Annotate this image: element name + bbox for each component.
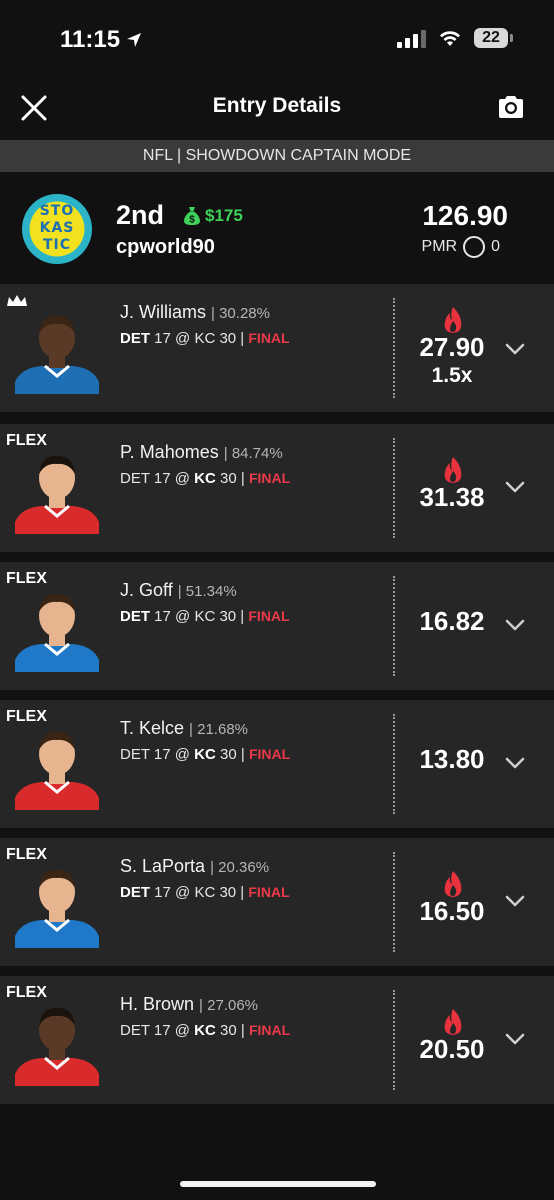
logo-text: STO KAS TIC: [39, 203, 75, 253]
nav-bar: Entry Details: [0, 80, 554, 138]
player-headshot: [11, 446, 103, 534]
battery-indicator: 22: [474, 28, 513, 48]
player-card[interactable]: FLEX J. Goff | 51.34% DET 17 @ KC 30 | FIN…: [0, 562, 554, 690]
prize-text: $175: [205, 206, 243, 225]
pmr-indicator: PMR 0: [422, 236, 500, 258]
fantasy-points: 13.80: [419, 744, 485, 774]
ownership-pct: 51.34%: [185, 583, 237, 600]
pmr-progress-ring: [463, 236, 486, 258]
player-name: S. LaPorta | 20.36%: [120, 856, 270, 876]
divider: [393, 438, 395, 538]
game-status: FINAL: [248, 608, 290, 624]
divider: [393, 298, 395, 398]
game-score: DET 17 @ KC 30 | FINAL: [120, 1022, 291, 1039]
player-headshot: [11, 306, 103, 394]
player-name: T. Kelce | 21.68%: [120, 718, 248, 738]
divider: [393, 714, 395, 814]
status-time: 11:15: [60, 26, 142, 54]
cellular-signal-icon: [397, 28, 426, 48]
game-score: DET 17 @ KC 30 | FINAL: [120, 746, 291, 763]
screenshot-button[interactable]: [496, 92, 526, 122]
status-indicators: 22: [397, 28, 513, 48]
divider: [393, 852, 395, 952]
username: cpworld90: [116, 236, 215, 258]
ownership-pct: 84.74%: [231, 445, 283, 462]
player-headshot: [11, 860, 103, 948]
status-bar: 11:15 22: [0, 0, 554, 80]
player-name: P. Mahomes | 84.74%: [120, 442, 283, 462]
fantasy-points: 27.90: [419, 332, 485, 362]
pmr-label: PMR: [421, 238, 458, 255]
entry-summary: STO KAS TIC 2nd $ $175 cpworld90 126.90 …: [0, 172, 554, 282]
fantasy-points: 20.50: [419, 1034, 485, 1064]
flame-icon: [444, 307, 462, 333]
home-indicator[interactable]: [180, 1181, 376, 1187]
chevron-down-icon[interactable]: [504, 894, 526, 908]
ownership-pct: 21.68%: [197, 721, 248, 738]
stokastic-logo: STO KAS TIC: [22, 194, 92, 264]
chevron-down-icon[interactable]: [504, 618, 526, 632]
game-score: DET 17 @ KC 30 | FINAL: [120, 470, 291, 487]
divider: [393, 990, 395, 1090]
game-score: DET 17 @ KC 30 | FINAL: [120, 608, 290, 625]
player-card[interactable]: FLEX T. Kelce | 21.68% DET 17 @ KC 30 | FI…: [0, 700, 554, 828]
flame-icon: [444, 871, 462, 897]
fantasy-points: 16.50: [419, 896, 485, 926]
fantasy-points: 31.38: [419, 482, 485, 512]
wifi-icon: [440, 31, 460, 46]
chevron-down-icon[interactable]: [504, 1032, 526, 1046]
entry-rank: 2nd: [116, 200, 165, 230]
player-headshot: [11, 584, 103, 672]
fantasy-points: 16.82: [419, 606, 485, 636]
page-title: Entry Details: [212, 94, 342, 117]
player-card[interactable]: FLEX P. Mahomes | 84.74% DET 17 @ KC 30 | …: [0, 424, 554, 552]
game-status: FINAL: [248, 1022, 291, 1038]
player-name: J. Williams | 30.28%: [120, 302, 270, 322]
prize-amount: $ $175: [183, 206, 243, 226]
game-status: FINAL: [248, 746, 291, 762]
player-name: J. Goff | 51.34%: [120, 580, 237, 600]
money-bag-icon: $: [184, 207, 200, 226]
flame-icon: [444, 1009, 462, 1035]
player-card[interactable]: FLEX H. Brown | 27.06% DET 17 @ KC 30 | FI…: [0, 976, 554, 1104]
clock-text: 11:15: [60, 26, 121, 53]
game-score: DET 17 @ KC 30 | FINAL: [120, 330, 290, 347]
camera-icon: [499, 96, 523, 118]
player-card[interactable]: FLEX S. LaPorta | 20.36% DET 17 @ KC 30 | …: [0, 838, 554, 966]
chevron-down-icon[interactable]: [504, 342, 526, 356]
flame-icon: [444, 457, 462, 483]
game-status: FINAL: [248, 470, 291, 486]
chevron-down-icon[interactable]: [504, 756, 526, 770]
game-status: FINAL: [248, 330, 290, 346]
player-headshot: [11, 722, 103, 810]
ownership-pct: 27.06%: [207, 997, 258, 1014]
svg-text:$: $: [189, 215, 195, 226]
pmr-value: 0: [491, 238, 500, 255]
chevron-down-icon[interactable]: [504, 480, 526, 494]
divider: [393, 576, 395, 676]
captain-multiplier: 1.5x: [431, 364, 473, 387]
ownership-pct: 30.28%: [219, 305, 270, 322]
ownership-pct: 20.36%: [218, 859, 270, 876]
game-score: DET 17 @ KC 30 | FINAL: [120, 884, 290, 901]
player-card[interactable]: J. Williams | 30.28% DET 17 @ KC 30 | FIN…: [0, 284, 554, 412]
player-headshot: [11, 998, 103, 1086]
total-score: 126.90: [422, 200, 508, 231]
player-name: H. Brown | 27.06%: [120, 994, 258, 1014]
location-arrow-icon: [127, 33, 142, 47]
game-status: FINAL: [248, 884, 290, 900]
contest-mode-banner: NFL | SHOWDOWN CAPTAIN MODE: [0, 140, 554, 172]
